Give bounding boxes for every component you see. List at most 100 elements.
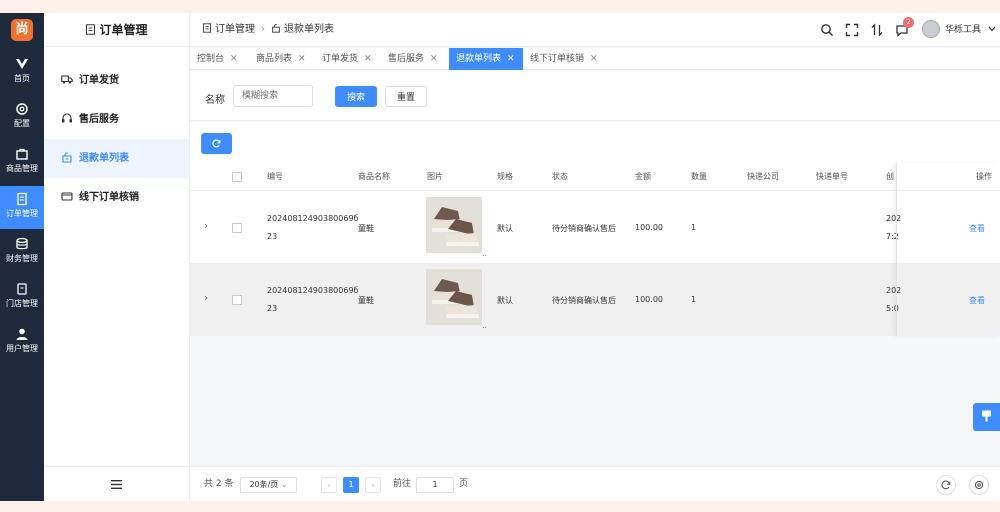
rail-item-label: 订单管理 (6, 209, 38, 218)
cell-id-cont: 23 (267, 232, 278, 241)
expand-row-chevron-icon[interactable]: › (204, 293, 208, 304)
rail-item-products[interactable]: 商品管理 (0, 141, 44, 184)
shoe-image (426, 197, 482, 253)
cell-status: 待分销商确认售后 (552, 224, 616, 233)
table-toolbar (190, 122, 1000, 163)
rail-item-label: 门店管理 (6, 299, 38, 308)
sidebar-item-ship-orders[interactable]: 订单发货 (44, 61, 189, 100)
cell-spec: 默认 (497, 224, 513, 233)
name-search-input[interactable] (233, 85, 313, 107)
user-menu[interactable]: 华栎工具 (945, 13, 996, 47)
floating-help-button[interactable] (973, 403, 1000, 431)
secondary-sidebar: 订单管理 订单发货 售后服务 退款单列表 线下订单核销 (44, 13, 190, 501)
search-icon[interactable] (820, 23, 834, 37)
reset-button[interactable]: 重置 (385, 86, 427, 107)
prev-page-button[interactable]: ‹ (321, 477, 337, 493)
fixed-action-column: 查看 查看 (896, 163, 1000, 336)
rail-item-users[interactable]: 用户管理 (0, 321, 44, 364)
select-all-checkbox[interactable] (232, 172, 242, 182)
sidebar-item-label: 退款单列表 (79, 153, 129, 164)
search-button[interactable]: 搜索 (335, 86, 377, 107)
name-filter-label: 名称 (205, 95, 225, 106)
sidebar-collapse-button[interactable] (44, 466, 189, 501)
product-image[interactable] (426, 269, 482, 325)
column-header: 状态 (552, 172, 568, 181)
breadcrumb-level2: 退款单列表 (284, 24, 334, 35)
rail-item-stores[interactable]: 门店管理 (0, 276, 44, 319)
rail-item-finance[interactable]: 财务管理 (0, 231, 44, 274)
cell-spec: 默认 (497, 296, 513, 305)
close-icon[interactable]: ✕ (364, 54, 372, 64)
fullscreen-icon[interactable] (845, 23, 859, 37)
rail-item-label: 商品管理 (6, 164, 38, 173)
close-icon[interactable]: ✕ (590, 54, 598, 64)
close-icon[interactable]: ✕ (298, 54, 306, 64)
sidebar-item-after-sales[interactable]: 售后服务 (44, 100, 189, 139)
app-logo[interactable]: 尚 (11, 19, 33, 41)
view-link[interactable]: 查看 (969, 295, 985, 306)
rail-item-orders[interactable]: 订单管理 (0, 186, 44, 229)
tab-refund-list[interactable]: 退款单列表 ✕ (449, 48, 523, 70)
refresh-button[interactable] (201, 133, 232, 154)
close-icon[interactable]: ✕ (507, 54, 515, 64)
table-header: 编号 商品名称 图片 规格 状态 金额 数量 快递公司 快递单号 创 操作 (190, 163, 1000, 191)
primary-nav-rail: 尚 首页 配置 商品管理 订单管理 财务管理 门店管理 用户管理 (0, 13, 44, 501)
image-overflow-ellipsis: .. (482, 249, 488, 258)
cell-id: 20240812490380069б (267, 286, 359, 295)
sidebar-title: 订单管理 (44, 13, 189, 47)
total-count: 共 2 条 (204, 479, 234, 489)
headset-icon (62, 113, 72, 123)
page-size-value: 20条/页 (249, 480, 279, 489)
close-icon[interactable]: ✕ (430, 54, 438, 64)
refresh-icon (941, 480, 951, 490)
cell-quantity: 1 (691, 295, 697, 304)
sidebar-item-label: 售后服务 (79, 114, 119, 125)
next-page-button[interactable]: › (365, 477, 381, 493)
product-image[interactable] (426, 197, 482, 253)
cell-product: 童鞋 (358, 296, 374, 305)
avatar[interactable] (922, 20, 940, 38)
column-header: 规格 (497, 172, 513, 181)
pagination: 共 2 条 20条/页 ⌄ ‹ 1 › 前往 1 页 (190, 466, 1000, 501)
close-icon[interactable]: ✕ (230, 54, 238, 64)
column-header: 编号 (267, 172, 283, 181)
truck-icon (61, 75, 73, 84)
breadcrumb-level1[interactable]: 订单管理 (215, 13, 255, 47)
tab-label: 订单发货 (322, 54, 359, 64)
goto-page-input[interactable]: 1 (416, 477, 454, 493)
cell-amount: 100.00 (635, 295, 663, 304)
column-header: 图片 (427, 172, 443, 181)
tab-dashboard[interactable]: 控制台 ✕ (190, 48, 247, 70)
bag-icon (16, 148, 28, 160)
tab-offline-verify[interactable]: 线下订单核销 ✕ (523, 48, 603, 70)
reload-button[interactable] (936, 475, 956, 495)
expand-row-chevron-icon[interactable]: › (204, 221, 208, 232)
rail-item-config[interactable]: 配置 (0, 96, 44, 139)
tab-product-list[interactable]: 商品列表 ✕ (249, 48, 313, 70)
rail-item-home[interactable]: 首页 (0, 51, 44, 94)
sidebar-item-offline-verify[interactable]: 线下订单核销 (44, 178, 189, 217)
cell-id-cont: 23 (267, 304, 278, 313)
cell-product: 童鞋 (358, 224, 374, 233)
cell-id: 20240812490380069б (267, 214, 359, 223)
image-overflow-ellipsis: .. (482, 321, 488, 330)
notification-badge: 2 (903, 17, 914, 28)
column-header: 数量 (691, 172, 707, 181)
view-link[interactable]: 查看 (969, 223, 985, 234)
gear-icon (974, 480, 984, 490)
page-number-current[interactable]: 1 (343, 477, 359, 493)
column-header: 商品名称 (358, 172, 390, 181)
sidebar-item-label: 订单发货 (79, 75, 119, 86)
page-size-select[interactable]: 20条/页 ⌄ (240, 477, 297, 493)
column-header: 金额 (635, 172, 651, 181)
tab-ship-orders[interactable]: 订单发货 ✕ (315, 48, 379, 70)
row-checkbox[interactable] (232, 295, 242, 305)
tab-after-sales[interactable]: 售后服务 ✕ (381, 48, 445, 70)
document-icon (17, 192, 27, 206)
row-checkbox[interactable] (232, 223, 242, 233)
username: 华栎工具 (945, 25, 982, 35)
wallet-icon (61, 192, 73, 201)
settings-button[interactable] (969, 475, 989, 495)
sidebar-item-refund-list[interactable]: 退款单列表 (44, 139, 189, 178)
sort-arrows-icon[interactable] (870, 23, 884, 37)
